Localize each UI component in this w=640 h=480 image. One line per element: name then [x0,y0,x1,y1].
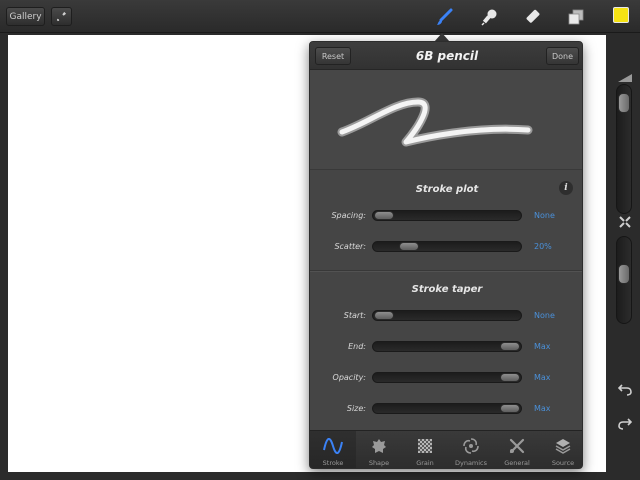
layers-button[interactable] [564,5,588,29]
spacing-thumb[interactable] [374,211,394,220]
tab-dynamics[interactable]: Dynamics [448,431,494,468]
swirl-icon [461,437,481,455]
gallery-button[interactable]: Gallery [6,7,45,26]
tab-source[interactable]: Source [540,431,582,468]
start-slider[interactable] [372,310,522,321]
right-sidebar [610,40,640,480]
wrench-icon [56,11,67,22]
brush-icon [437,8,453,25]
brush-tab-bar: Stroke Shape Grain Dynamics General Sour… [310,430,582,468]
opacity-toggle-icon [619,216,631,228]
start-thumb[interactable] [374,311,394,320]
stack-icon [553,437,573,455]
brush-tool-button[interactable] [433,5,457,29]
tab-label: Dynamics [454,459,488,467]
end-slider[interactable] [372,341,522,352]
info-icon[interactable]: i [559,181,573,195]
scatter-value[interactable]: 20% [534,242,552,251]
tab-label: Stroke [322,459,344,467]
size-value[interactable]: Max [534,404,551,413]
color-swatch[interactable] [613,7,629,23]
scatter-slider[interactable] [372,241,522,252]
spacing-value[interactable]: None [534,211,555,220]
top-toolbar: Gallery [0,0,640,33]
tab-grain[interactable]: Grain [402,431,448,468]
done-button[interactable]: Done [546,47,579,65]
stroke-preview-image [337,97,533,147]
scatter-label: Scatter: [334,242,366,251]
tab-shape[interactable]: Shape [356,431,402,468]
settings-button[interactable] [51,7,72,26]
spacing-slider[interactable] [372,210,522,221]
spacing-label: Spacing: [331,211,366,220]
redo-button[interactable] [616,416,634,432]
tab-label: Shape [368,459,390,467]
opacity-thumb[interactable] [500,373,520,382]
section-divider [310,270,582,271]
eraser-icon [526,9,540,23]
stroke-preview [310,70,582,170]
smudge-tool-button[interactable] [478,5,502,29]
brush-size-slider[interactable] [616,84,632,214]
brush-opacity-thumb[interactable] [618,263,630,284]
start-value[interactable]: None [534,311,555,320]
tab-label: General [504,459,530,467]
end-value[interactable]: Max [534,342,551,351]
wave-icon [323,437,343,455]
undo-button[interactable] [616,382,634,398]
opacity-slider[interactable] [372,372,522,383]
stroke-taper-title: Stroke taper [411,284,483,295]
redo-icon [618,418,632,430]
stroke-plot-title: Stroke plot [415,184,479,195]
tools-icon [507,437,527,455]
start-label: Start: [343,311,366,320]
eraser-tool-button[interactable] [521,5,545,29]
opacity-label: Opacity: [332,373,366,382]
undo-icon [618,384,632,396]
tab-general[interactable]: General [494,431,540,468]
reset-button[interactable]: Reset [315,47,351,65]
tab-label: Grain [416,459,434,467]
panel-header: 6B pencil Reset Done [310,42,582,70]
size-slider[interactable] [372,403,522,414]
tab-stroke[interactable]: Stroke [310,431,356,468]
layers-icon [568,9,584,25]
scatter-thumb[interactable] [399,242,420,251]
tab-label: Source [551,459,575,467]
brush-size-thumb[interactable] [618,93,630,114]
opacity-value[interactable]: Max [534,373,551,382]
size-label: Size: [346,404,366,413]
opacity-toggle-button[interactable] [616,214,634,230]
smudge-icon [481,9,497,26]
size-thumb[interactable] [500,404,520,413]
brush-settings-panel: 6B pencil Reset Done Stroke plot i Spaci… [309,41,583,469]
end-thumb[interactable] [500,342,520,351]
end-label: End: [348,342,366,351]
shape-icon [369,437,389,455]
grain-icon [415,437,435,455]
brush-opacity-slider[interactable] [616,236,632,324]
